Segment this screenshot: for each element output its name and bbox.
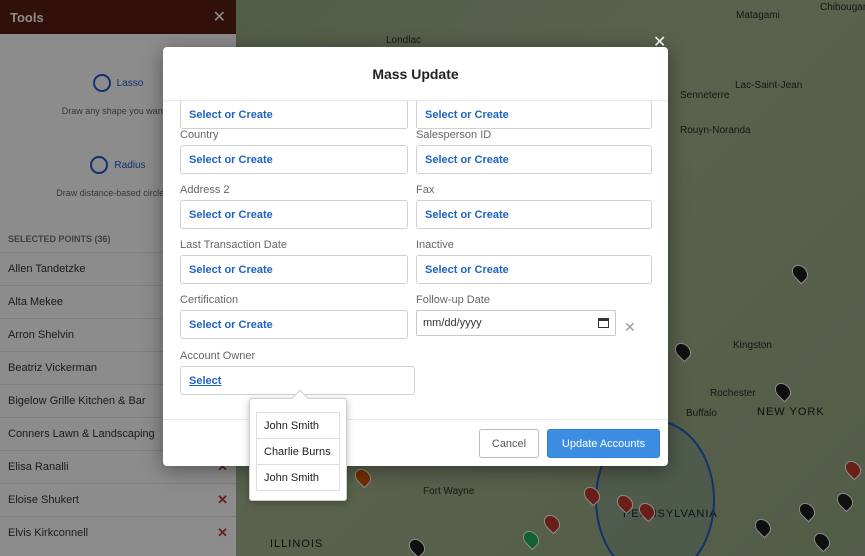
field-salesperson-id: Salesperson ID Select or Create — [416, 129, 652, 174]
dropdown-option[interactable]: John Smith — [256, 464, 340, 491]
field-address-2: Address 2 Select or Create — [180, 184, 408, 229]
update-accounts-button[interactable]: Update Accounts — [547, 429, 660, 458]
dropdown-option[interactable]: John Smith — [256, 412, 340, 439]
certification-select[interactable]: Select or Create — [180, 310, 408, 339]
date-placeholder: mm/dd/yyyy — [423, 317, 482, 329]
field-country: Country Select or Create — [180, 129, 408, 174]
follow-up-date-input[interactable]: mm/dd/yyyy — [416, 310, 616, 336]
field-last-transaction-date: Last Transaction Date Select or Create — [180, 239, 408, 284]
select-create-input[interactable]: Select or Create — [180, 101, 408, 129]
field-label: Last Transaction Date — [180, 239, 288, 251]
modal-footer: Cancel Update Accounts — [163, 419, 668, 466]
last-transaction-date-select[interactable]: Select or Create — [180, 255, 408, 284]
field-label: Inactive — [416, 239, 454, 251]
field-fax: Fax Select or Create — [416, 184, 652, 229]
field-unnamed-left: Select or Create — [180, 101, 408, 129]
mass-update-modal: Mass Update Select or Create Country Sel… — [163, 47, 668, 466]
fax-select[interactable]: Select or Create — [416, 200, 652, 229]
field-unnamed-right: Select or Create — [416, 101, 652, 129]
salesperson-id-select[interactable]: Select or Create — [416, 145, 652, 174]
modal-body[interactable]: Select or Create Country Select or Creat… — [163, 101, 668, 419]
field-account-owner: Account Owner Select — [180, 350, 415, 395]
field-label: Follow-up Date — [416, 294, 490, 306]
address-2-select[interactable]: Select or Create — [180, 200, 408, 229]
field-certification: Certification Select or Create — [180, 294, 408, 339]
inactive-select[interactable]: Select or Create — [416, 255, 652, 284]
field-follow-up-date: Follow-up Date mm/dd/yyyy — [416, 294, 652, 336]
select-create-input[interactable]: Select or Create — [416, 101, 652, 129]
field-label: Salesperson ID — [416, 129, 492, 141]
field-label: Fax — [416, 184, 435, 196]
clear-date-icon[interactable]: ✕ — [624, 319, 636, 336]
country-select[interactable]: Select or Create — [180, 145, 408, 174]
dropdown-option[interactable]: Charlie Burns — [256, 438, 340, 465]
cancel-button[interactable]: Cancel — [479, 429, 539, 458]
field-label: Address 2 — [180, 184, 230, 196]
modal-title: Mass Update — [163, 47, 668, 101]
field-label: Account Owner — [180, 350, 256, 362]
field-inactive: Inactive Select or Create — [416, 239, 652, 284]
field-label: Country — [180, 129, 219, 141]
account-owner-dropdown: John Smith Charlie Burns John Smith — [249, 389, 347, 501]
field-label: Certification — [180, 294, 239, 306]
calendar-icon[interactable] — [598, 318, 609, 328]
